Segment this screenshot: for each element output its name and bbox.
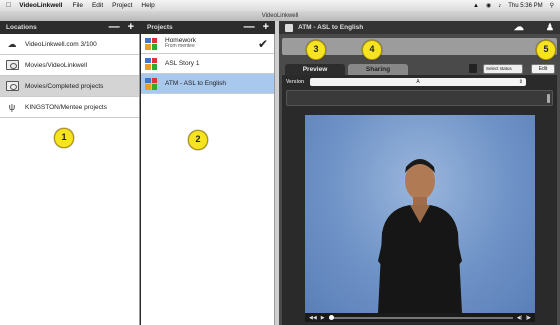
video-player[interactable] bbox=[305, 115, 535, 313]
version-select[interactable]: A ⇕ bbox=[310, 78, 526, 86]
tab-bar: Preview Sharing bbox=[285, 64, 408, 75]
notes-field[interactable] bbox=[286, 90, 553, 106]
project-header: ATM - ASL to English ☁ ♟ bbox=[279, 21, 560, 34]
lock-icon[interactable] bbox=[469, 64, 477, 73]
project-title: ATM - ASL to English bbox=[298, 24, 364, 31]
callout-4: 4 bbox=[362, 40, 382, 60]
version-value: A bbox=[416, 79, 420, 85]
spotlight-icon[interactable]: ⚲ bbox=[550, 2, 554, 9]
project-item-asl-story[interactable]: ASL Story 1 bbox=[141, 54, 274, 74]
clock[interactable]: Thu 5:36 PM bbox=[508, 3, 542, 9]
step-back-icon[interactable]: ◀| bbox=[517, 315, 522, 321]
video-scrubber[interactable] bbox=[328, 314, 513, 320]
edit-button[interactable]: Edit bbox=[531, 64, 555, 74]
main-panel: Preview Sharing Select status Edit Versi… bbox=[279, 34, 560, 325]
signer-figure bbox=[378, 159, 462, 313]
preview-content: Version A ⇕ ◀◀ ▶ ◀| |▶ bbox=[282, 75, 557, 325]
drive-icon bbox=[5, 60, 19, 71]
status-select[interactable]: Select status bbox=[483, 64, 523, 74]
video-controls: ◀◀ ▶ ◀| |▶ bbox=[305, 313, 535, 322]
project-item-atm[interactable]: ATM - ASL to English bbox=[141, 74, 274, 94]
drive-icon bbox=[5, 81, 19, 92]
apple-icon[interactable]:  bbox=[6, 2, 11, 9]
tab-preview[interactable]: Preview bbox=[285, 64, 345, 75]
film-icon bbox=[285, 23, 293, 32]
projects-title: Projects bbox=[147, 24, 173, 31]
projects-header: Projects — + bbox=[141, 21, 275, 34]
callout-3: 3 bbox=[306, 40, 326, 60]
project-label: ASL Story 1 bbox=[165, 60, 200, 67]
wifi-icon[interactable]: ◉ bbox=[486, 2, 491, 9]
version-label: Version bbox=[286, 79, 305, 85]
locations-header: Locations — + bbox=[0, 21, 140, 34]
menu-edit[interactable]: Edit bbox=[92, 2, 103, 9]
checkmark-icon: ✔ bbox=[257, 36, 268, 51]
add-project-button[interactable]: + bbox=[263, 22, 269, 33]
notes-scrollbar[interactable] bbox=[547, 94, 550, 103]
locations-title: Locations bbox=[6, 24, 37, 31]
usb-icon: ψ bbox=[8, 102, 16, 112]
menu-help[interactable]: Help bbox=[141, 2, 154, 9]
status-area: ▲ ◉ ♪ Thu 5:36 PM ⚲ bbox=[473, 2, 560, 10]
project-icon bbox=[145, 57, 157, 70]
step-forward-icon[interactable]: |▶ bbox=[526, 315, 531, 321]
menu-project[interactable]: Project bbox=[112, 2, 132, 9]
add-location-button[interactable]: + bbox=[128, 22, 134, 33]
callout-2: 2 bbox=[188, 130, 208, 150]
menu-file[interactable]: File bbox=[72, 2, 82, 9]
locations-panel: ☁ VideoLinkwell.com 3/100 Movies/VideoLi… bbox=[0, 34, 140, 325]
callout-5: 5 bbox=[536, 40, 556, 60]
location-label: Movies/VideoLinkwell bbox=[25, 61, 88, 69]
remove-location-button[interactable]: — bbox=[109, 22, 120, 33]
location-item-kingston[interactable]: ψ KINGSTON/Mentee projects bbox=[0, 97, 139, 118]
project-item-homework[interactable]: Homework From mentee ✔ bbox=[141, 34, 274, 54]
project-icon bbox=[145, 77, 157, 90]
location-item-cloud[interactable]: ☁ VideoLinkwell.com 3/100 bbox=[0, 34, 139, 55]
location-label: KINGSTON/Mentee projects bbox=[25, 103, 107, 111]
app-menu[interactable]: VideoLinkwell bbox=[19, 2, 62, 9]
rewind-icon[interactable]: ◀◀ bbox=[309, 315, 317, 321]
location-label: VideoLinkwell.com 3/100 bbox=[25, 40, 97, 48]
project-icon bbox=[145, 37, 157, 50]
play-icon[interactable]: ▶ bbox=[321, 315, 325, 321]
select-arrows-icon: ⇕ bbox=[518, 79, 523, 85]
remove-project-button[interactable]: — bbox=[244, 22, 255, 33]
user-icon[interactable]: ♟ bbox=[546, 22, 554, 33]
cloud-icon: ☁ bbox=[7, 38, 17, 49]
volume-icon[interactable]: ♪ bbox=[498, 3, 501, 9]
cloud-upload-icon[interactable]: ☁ bbox=[514, 22, 524, 33]
project-subtitle: From mentee bbox=[165, 43, 195, 50]
callout-1: 1 bbox=[54, 128, 74, 148]
location-item-completed[interactable]: Movies/Completed projects bbox=[0, 76, 139, 97]
dropbox-icon[interactable]: ▲ bbox=[473, 3, 479, 9]
location-label: Movies/Completed projects bbox=[25, 82, 104, 90]
location-item-videolinkwell[interactable]: Movies/VideoLinkwell bbox=[0, 55, 139, 76]
mac-menubar:  VideoLinkwell File Edit Project Help ▲… bbox=[0, 0, 560, 11]
projects-panel: Homework From mentee ✔ ASL Story 1 ATM -… bbox=[141, 34, 275, 325]
tab-sharing[interactable]: Sharing bbox=[348, 64, 408, 75]
project-label: ATM - ASL to English bbox=[165, 80, 227, 87]
window-title: VideoLinkwell bbox=[0, 11, 560, 21]
